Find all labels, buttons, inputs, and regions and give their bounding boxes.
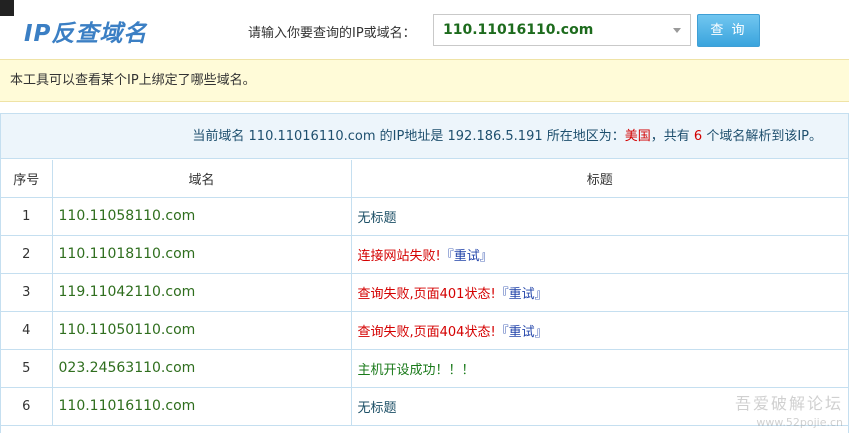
table-row: 1 110.11058110.com 无标题 [1, 196, 848, 236]
row-title: 查询失败,页面404状态!『重试』 [350, 310, 848, 350]
search-prompt-label: 请输入你要查询的IP或域名： [248, 26, 416, 41]
row-domain-link[interactable]: 110.11016110.com [51, 386, 352, 426]
summary-count: 6 [693, 129, 703, 144]
retry-link[interactable]: 『重试』 [496, 287, 548, 302]
table-header-row: 序号 域名 标题 [1, 160, 848, 198]
row-title-text: 查询失败,页面404状态! [357, 324, 496, 340]
row-index: 5 [1, 348, 53, 388]
summary-region: 美国 [624, 129, 651, 144]
summary-count-suffix: 个域名解析到该IP。 [702, 129, 822, 144]
row-domain-link[interactable]: 110.11018110.com [51, 234, 352, 274]
row-title-text: 查询失败,页面401状态! [357, 286, 496, 302]
summary-domain: 110.11016110.com [248, 129, 376, 144]
row-index: 3 [1, 272, 53, 312]
row-title: 无标题 [350, 386, 848, 426]
column-header-domain: 域名 [51, 160, 352, 198]
ip-domain-input[interactable] [433, 14, 691, 46]
site-logo[interactable]: IP反查域名 [24, 14, 147, 48]
row-title: 查询失败,页面401状态!『重试』 [350, 272, 848, 312]
summary-ip-label: 的IP地址是 [375, 129, 448, 144]
results-panel: 当前域名 110.11016110.com 的IP地址是 192.186.5.1… [0, 113, 849, 433]
column-header-index: 序号 [1, 160, 53, 198]
summary-region-label: 所在地区为： [542, 129, 625, 144]
row-title-text: 无标题 [357, 210, 397, 226]
row-title: 无标题 [350, 196, 848, 236]
row-domain-link[interactable]: 110.11050110.com [51, 310, 352, 350]
table-row: 3 119.11042110.com 查询失败,页面401状态!『重试』 [1, 272, 848, 312]
row-title-text: 无标题 [357, 400, 397, 416]
corner-mark [0, 0, 14, 16]
retry-link[interactable]: 『重试』 [441, 249, 493, 264]
summary-count-prefix: ，共有 [650, 129, 694, 144]
tool-description-notice: 本工具可以查看某个IP上绑定了哪些域名。 [0, 59, 849, 102]
retry-link[interactable]: 『重试』 [496, 325, 548, 340]
row-title: 主机开设成功！！！ [350, 348, 848, 388]
row-index: 6 [1, 386, 53, 426]
row-index: 2 [1, 234, 53, 274]
row-title-text: 连接网站失败! [357, 248, 441, 264]
table-row: 2 110.11018110.com 连接网站失败!『重试』 [1, 234, 848, 274]
table-row: 5 023.24563110.com 主机开设成功！！！ [1, 348, 848, 388]
domain-results-table: 序号 域名 标题 1 110.11058110.com 无标题 2 110.11… [1, 160, 848, 426]
table-row: 4 110.11050110.com 查询失败,页面404状态!『重试』 [1, 310, 848, 350]
row-index: 4 [1, 310, 53, 350]
row-index: 1 [1, 196, 53, 236]
header-bar: IP反查域名 请输入你要查询的IP或域名： 查 询 [0, 0, 849, 58]
row-domain-link[interactable]: 110.11058110.com [51, 196, 352, 236]
column-header-title: 标题 [350, 160, 848, 198]
table-row: 6 110.11016110.com 无标题 [1, 386, 848, 426]
chevron-down-icon[interactable] [673, 28, 681, 33]
summary-ip: 192.186.5.191 [447, 129, 543, 144]
lookup-summary: 当前域名 110.11016110.com 的IP地址是 192.186.5.1… [1, 114, 848, 159]
row-domain-link[interactable]: 023.24563110.com [51, 348, 352, 388]
row-domain-link[interactable]: 119.11042110.com [51, 272, 352, 312]
row-title: 连接网站失败!『重试』 [350, 234, 848, 274]
summary-prefix: 当前域名 [192, 129, 249, 144]
row-title-text: 主机开设成功！！！ [357, 362, 475, 378]
query-button[interactable]: 查 询 [697, 14, 760, 47]
